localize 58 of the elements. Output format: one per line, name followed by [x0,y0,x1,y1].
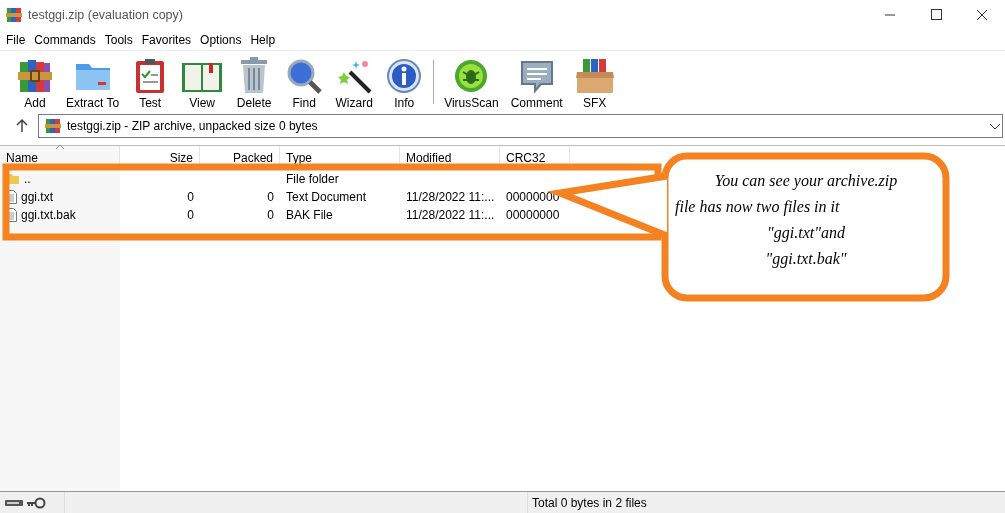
file-name[interactable]: ggi.txt [21,190,53,204]
toolbar-button[interactable]: VirusScan [438,54,505,110]
window-title: testggi.zip (evaluation copy) [28,8,183,22]
callout-text: "ggi.txt.bak" [765,249,847,270]
books-icon [17,58,53,94]
menu-item[interactable]: Tools [100,33,138,47]
table-cell: 00000000 [506,190,560,204]
table-cell: 0 [267,208,274,222]
column-header[interactable]: Size [120,146,200,166]
column-header[interactable]: Modified [400,146,500,166]
toolbar-button[interactable]: Find [279,54,330,110]
toolbar-button[interactable]: View [175,54,230,110]
toolbar-button[interactable]: Extract To [60,54,126,110]
table-cell: BAK File [286,208,333,222]
column-header[interactable]: Name [0,146,120,166]
table-cell: 0 [267,190,274,204]
info-icon [386,58,423,94]
column-header[interactable]: Packed [200,146,280,166]
magic-wand-icon [336,58,373,94]
column-header[interactable]: Type [280,146,400,166]
magnifier-icon [286,58,323,94]
table-cell: 11/28/2022 11:... [406,190,495,204]
status-text: Total 0 bytes in 2 files [527,492,647,513]
speech-bubble-icon [518,58,555,94]
clipboard-icon [134,58,167,94]
toolbar-button[interactable]: Wizard [329,54,380,110]
menu-item[interactable]: Commands [30,33,101,47]
drive-icon [4,497,24,508]
toolbar-button[interactable]: Delete [229,54,280,110]
menu-item[interactable]: Favorites [137,33,197,47]
table-cell: 00000000 [506,208,560,222]
app-icon [6,7,22,23]
bug-icon [453,58,490,94]
toolbar-button[interactable]: Info [379,54,430,110]
callout-text: You can see your archive.zip [714,171,898,192]
key-icon [26,496,46,509]
toolbar-button[interactable]: Comment [504,54,569,110]
menu-item[interactable]: Options [196,33,247,47]
book-icon [181,60,224,94]
toolbar-button[interactable]: SFX [568,54,621,110]
table-cell: 11/28/2022 11:... [406,208,495,222]
table-cell: 0 [187,190,194,204]
address-field[interactable]: testggi.zip - ZIP archive, unpacked size 0 bytes [38,114,1003,138]
table-cell: Text Document [286,190,367,204]
archive-icon [45,118,61,134]
table-cell: 0 [187,208,194,222]
toolbar-button[interactable]: Add [10,54,60,110]
menu-item[interactable]: File [2,33,31,47]
file-name[interactable]: ggi.txt.bak [21,208,76,222]
column-header[interactable]: CRC32 [500,146,570,166]
trash-icon [239,56,270,94]
file-name[interactable]: .. [24,172,31,186]
menu-item[interactable]: Help [246,33,281,47]
toolbar-button[interactable]: Test [125,54,176,110]
callout-text: "ggi.txt"and [767,223,845,244]
box-icon [574,58,615,94]
table-cell: File folder [286,172,339,186]
callout-text: file has now two files in it [675,197,840,218]
